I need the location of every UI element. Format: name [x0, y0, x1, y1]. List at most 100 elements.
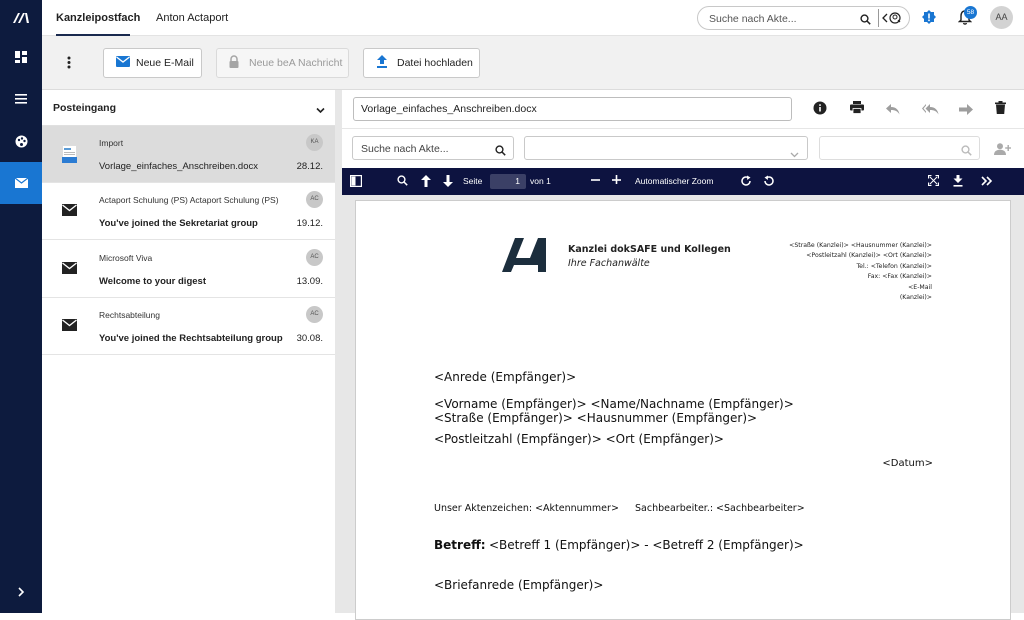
- global-search-input[interactable]: Suche nach Akte...: [697, 6, 910, 30]
- message-date: 30.08.: [296, 333, 323, 344]
- app-logo[interactable]: [0, 0, 42, 36]
- badge-icon[interactable]: [921, 9, 937, 30]
- tab-kanzleipostfach[interactable]: Kanzleipostfach: [56, 0, 140, 36]
- tab-anton-actaport[interactable]: Anton Actaport: [156, 0, 228, 36]
- chevron-down-icon[interactable]: [316, 101, 325, 119]
- recipient-name: <Vorname (Empfänger)> <Name/Nachname (Em…: [434, 397, 794, 411]
- recipient-select[interactable]: [524, 136, 808, 160]
- new-email-button[interactable]: Neue E-Mail: [103, 48, 202, 78]
- assignment-row: Suche nach Akte...: [342, 128, 1024, 168]
- mail-icon: [62, 203, 77, 221]
- search-icon[interactable]: [495, 143, 506, 161]
- mail-icon: [62, 318, 77, 336]
- dashboard-icon[interactable]: [0, 36, 42, 78]
- message-avatar: AC: [306, 249, 323, 266]
- secondary-search-input[interactable]: [819, 136, 980, 160]
- fullscreen-icon[interactable]: [927, 174, 940, 188]
- folder-selector[interactable]: Posteingang: [42, 90, 335, 126]
- address-line: Fax: <Fax (Kanzlei)>: [867, 273, 932, 281]
- message-date: 19.12.: [296, 218, 323, 229]
- document-thumbnail-icon: [62, 145, 77, 168]
- search-icon[interactable]: [397, 175, 408, 188]
- zoom-in-icon[interactable]: [612, 175, 622, 187]
- subject-label: Betreff:: [434, 538, 486, 552]
- recipient-city: <Postleitzahl (Empfänger)> <Ort (Empfäng…: [434, 432, 724, 446]
- arrow-up-icon[interactable]: [421, 175, 431, 189]
- mail-icon: [116, 56, 130, 70]
- sidebar-toggle-icon[interactable]: [350, 175, 363, 189]
- chevron-down-icon: [790, 145, 799, 163]
- message-item[interactable]: Microsoft Viva Welcome to your digest 13…: [42, 241, 335, 298]
- preview-pane: Vorlage_einfaches_Anschreiben.docx Suche…: [342, 90, 1024, 620]
- zoom-out-icon[interactable]: [591, 175, 601, 187]
- search-icon[interactable]: [860, 12, 871, 30]
- message-subject: You've joined the Rechtsabteilung group: [99, 333, 283, 344]
- mail-icon[interactable]: [0, 162, 42, 204]
- clerk-reference: Sachbearbeiter.: <Sachbearbeiter>: [635, 503, 805, 514]
- arrow-down-icon[interactable]: [443, 175, 453, 189]
- letter-date: <Datum>: [882, 458, 933, 469]
- page-number-input[interactable]: 1: [490, 174, 526, 189]
- address-line: Tel.: <Telefon (Kanzlei)>: [856, 262, 932, 270]
- message-sender: Microsoft Viva: [99, 253, 153, 263]
- subject-text: <Betreff 1 (Empfänger)> - <Betreff 2 (Em…: [489, 538, 804, 552]
- sidebar: [0, 0, 42, 613]
- new-bea-button[interactable]: Neue beA Nachricht: [216, 48, 349, 78]
- more-vert-icon[interactable]: [67, 56, 71, 74]
- message-avatar: AC: [306, 191, 323, 208]
- print-icon[interactable]: [850, 101, 864, 119]
- search-icon[interactable]: [961, 143, 972, 161]
- reply-all-icon[interactable]: [922, 102, 939, 120]
- mail-icon: [62, 261, 77, 279]
- advanced-search-icon[interactable]: [882, 11, 904, 30]
- upload-file-button[interactable]: Datei hochladen: [363, 48, 480, 78]
- recipient-salutation: <Anrede (Empfänger)>: [434, 370, 577, 384]
- message-sender: Actaport Schulung (PS) Actaport Schulung…: [99, 195, 279, 205]
- search-placeholder: Suche nach Akte...: [709, 13, 797, 25]
- add-person-icon[interactable]: [994, 142, 1012, 160]
- reply-icon[interactable]: [886, 102, 900, 120]
- address-line: <E-Mail: [908, 283, 932, 291]
- zoom-select[interactable]: Automatischer Zoom: [635, 176, 713, 186]
- message-item[interactable]: Import Vorlage_einfaches_Anschreiben.doc…: [42, 126, 335, 183]
- new-bea-label: Neue beA Nachricht: [249, 57, 343, 69]
- message-date: 28.12.: [296, 161, 323, 172]
- more-tools-icon[interactable]: [981, 176, 993, 188]
- inbox-pane: Posteingang Import Vorlage_einfaches_Ans…: [42, 90, 335, 613]
- rotate-counterclockwise-icon[interactable]: [763, 175, 775, 189]
- page-label: Seite: [463, 176, 483, 186]
- message-sender: Import: [99, 138, 124, 148]
- user-avatar[interactable]: AA: [990, 6, 1013, 29]
- recipient-street: <Straße (Empfänger)> <Hausnummer (Empfän…: [434, 411, 758, 425]
- download-icon[interactable]: [953, 175, 963, 189]
- address-line: <Straße (Kanzlei)> <Hausnummer (Kanzlei)…: [789, 242, 932, 249]
- notification-badge: 58: [964, 6, 977, 19]
- search-divider: [878, 9, 879, 27]
- message-avatar: AC: [306, 306, 323, 323]
- rotate-clockwise-icon[interactable]: [740, 175, 752, 189]
- address-line: <Postleitzahl (Kanzlei)> <Ort (Kanzlei)>: [806, 252, 932, 260]
- message-item[interactable]: Rechtsabteilung You've joined the Rechts…: [42, 298, 335, 355]
- akte-search-input[interactable]: Suche nach Akte...: [352, 136, 514, 160]
- delete-icon[interactable]: [995, 101, 1006, 119]
- forward-icon[interactable]: [959, 102, 973, 120]
- filename-field[interactable]: Vorlage_einfaches_Anschreiben.docx: [353, 97, 792, 121]
- akte-search-placeholder: Suche nach Akte...: [361, 143, 449, 155]
- message-sender: Rechtsabteilung: [99, 310, 160, 320]
- pdf-toolbar: Seite 1 von 1 Automatischer Zoom: [342, 168, 1024, 195]
- info-icon[interactable]: [813, 101, 827, 120]
- firm-name: Kanzlei dokSAFE und Kollegen: [568, 244, 731, 255]
- list-icon[interactable]: [0, 78, 42, 120]
- new-email-label: Neue E-Mail: [136, 57, 194, 69]
- upload-label: Datei hochladen: [397, 57, 473, 69]
- document-viewer[interactable]: Kanzlei dokSAFE und Kollegen Ihre Fachan…: [342, 195, 1024, 620]
- chevron-right-icon[interactable]: [0, 571, 42, 613]
- message-subject: Welcome to your digest: [99, 276, 206, 287]
- firm-subtitle: Ihre Fachanwälte: [568, 258, 650, 269]
- pane-resize-handle[interactable]: [335, 90, 342, 613]
- palette-icon[interactable]: [0, 120, 42, 162]
- message-item[interactable]: Actaport Schulung (PS) Actaport Schulung…: [42, 183, 335, 240]
- page-count: von 1: [530, 176, 551, 186]
- message-avatar: KA: [306, 134, 323, 151]
- top-bar: Kanzleipostfach Anton Actaport Suche nac…: [42, 0, 1024, 36]
